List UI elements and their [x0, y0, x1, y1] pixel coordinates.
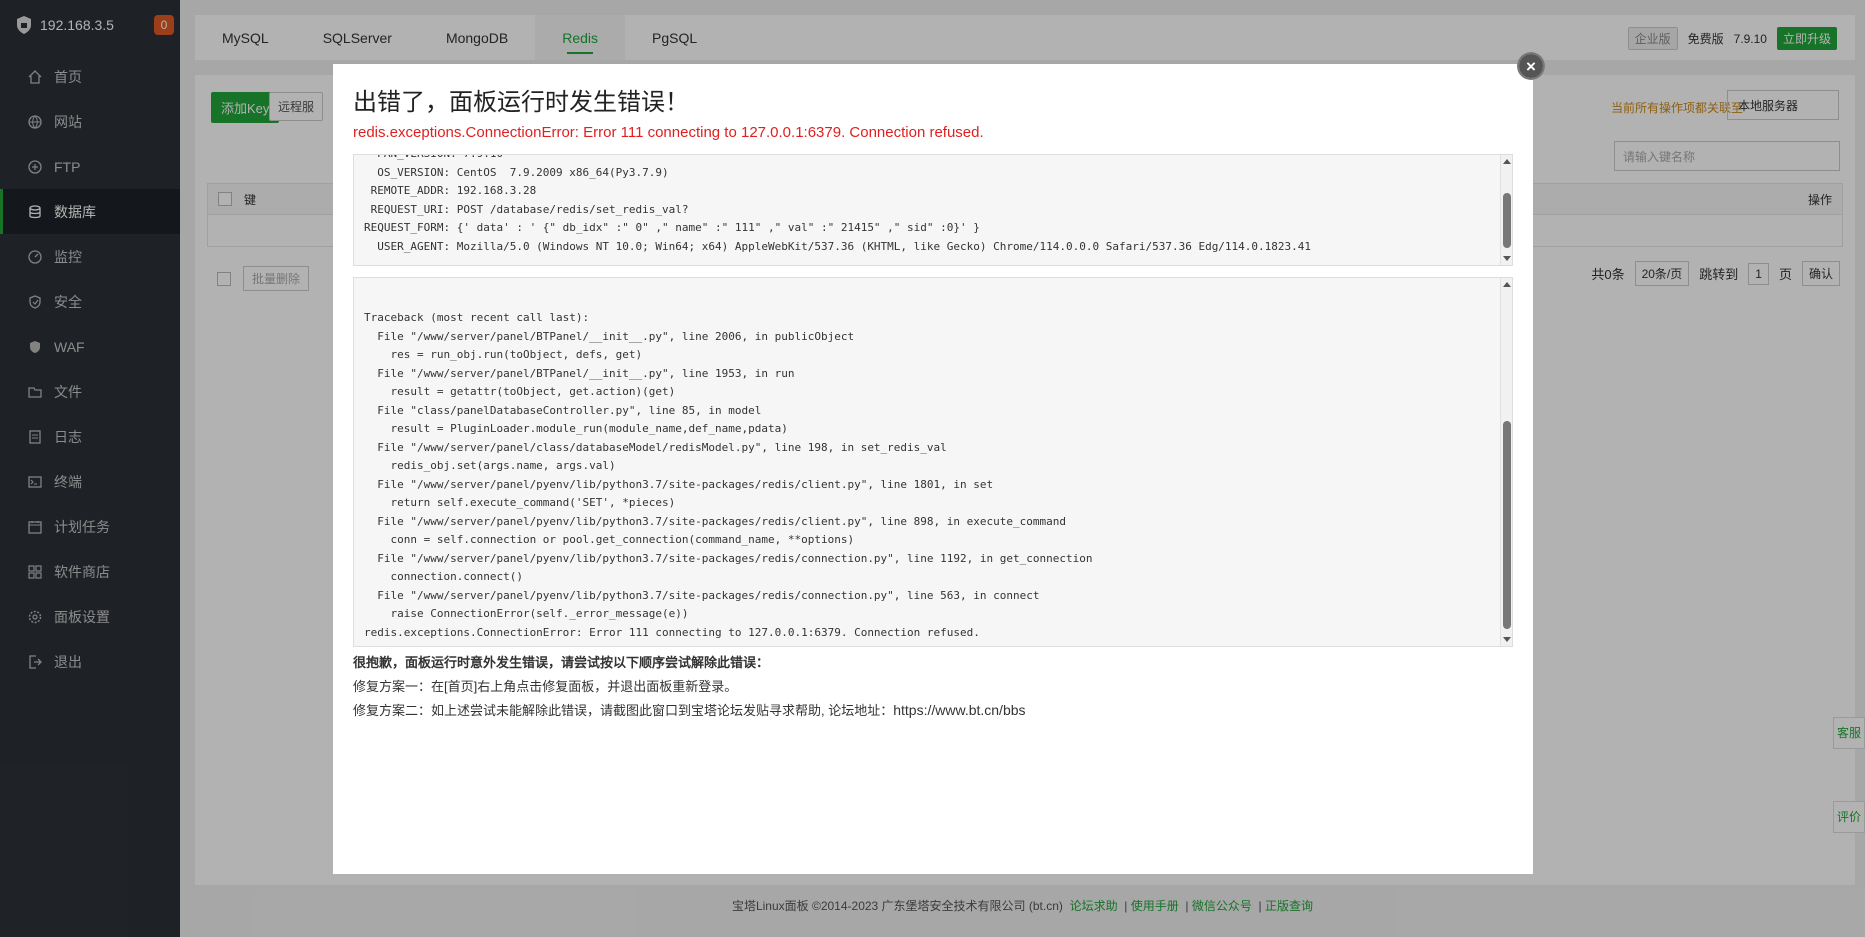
- fix-option-2-text: 修复方案二：如上述尝试未能解除此错误，请截图此窗口到宝塔论坛发贴寻求帮助, 论坛…: [353, 703, 894, 718]
- scroll-up-icon[interactable]: [1503, 159, 1511, 164]
- help-heading: 很抱歉，面板运行时意外发生错误，请尝试按以下顺序尝试解除此错误：: [353, 655, 770, 670]
- environment-info-box[interactable]: PAN_VERSION: 7.9.10 OS_VERSION: CentOS 7…: [353, 154, 1513, 266]
- forum-link[interactable]: https://www.bt.cn/bbs: [893, 702, 1025, 718]
- error-message: redis.exceptions.ConnectionError: Error …: [353, 124, 984, 141]
- fix-option-1: 修复方案一：在[首页]右上角点击修复面板，并退出面板重新登录。: [353, 679, 738, 694]
- dialog-title: 出错了，面板运行时发生错误！: [353, 89, 689, 116]
- environment-info: PAN_VERSION: 7.9.10 OS_VERSION: CentOS 7…: [364, 155, 1312, 253]
- fix-option-2: 修复方案二：如上述尝试未能解除此错误，请截图此窗口到宝塔论坛发贴寻求帮助, 论坛…: [353, 700, 1026, 719]
- scroll-down-icon[interactable]: [1503, 637, 1511, 642]
- scroll-up-icon[interactable]: [1503, 282, 1511, 287]
- traceback-text: Traceback (most recent call last): File …: [364, 311, 1093, 639]
- error-dialog: 出错了，面板运行时发生错误！ redis.exceptions.Connecti…: [333, 64, 1533, 874]
- traceback-box[interactable]: Traceback (most recent call last): File …: [353, 277, 1513, 647]
- scroll-thumb[interactable]: [1503, 421, 1511, 629]
- scroll-down-icon[interactable]: [1503, 256, 1511, 261]
- scroll-thumb[interactable]: [1503, 193, 1511, 248]
- close-icon: ×: [1519, 54, 1543, 78]
- scrollbar[interactable]: [1500, 155, 1512, 265]
- scrollbar[interactable]: [1500, 278, 1512, 646]
- close-button[interactable]: ×: [1517, 52, 1545, 80]
